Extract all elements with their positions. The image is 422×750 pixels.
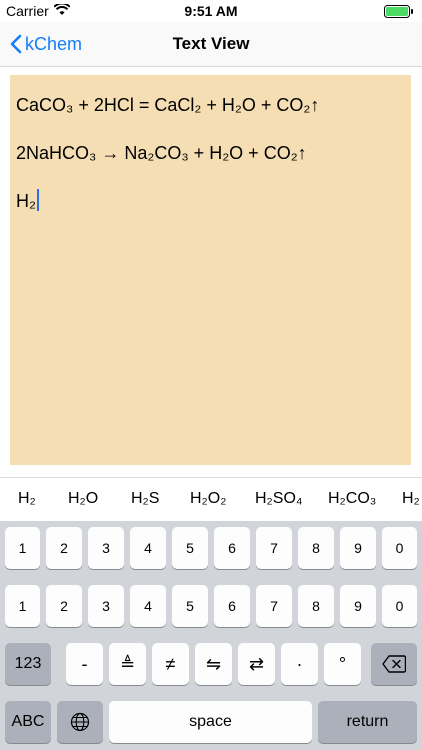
key-3[interactable]: 3 <box>88 527 124 569</box>
chemistry-text-view[interactable]: CaCO₃ + 2HCl = CaCl₂ + H₂O + CO₂↑ 2NaHCO… <box>10 75 411 465</box>
key-triangle-equal[interactable]: ≜ <box>109 643 146 685</box>
space-key[interactable]: space <box>109 701 312 743</box>
key-0[interactable]: 0 <box>382 585 417 627</box>
delete-key[interactable] <box>371 643 417 685</box>
text-line: 2NaHCO₃ → Na₂CO₃ + H₂O + CO₂↑ <box>16 143 307 163</box>
suggestion-item[interactable]: H₂ <box>18 490 36 508</box>
backspace-icon <box>382 655 406 673</box>
text-line-current-text: H₂ <box>16 191 36 211</box>
key-3[interactable]: 3 <box>88 585 124 627</box>
text-line: CaCO₃ + 2HCl = CaCl₂ + H₂O + CO₂↑ <box>16 95 320 115</box>
key-4[interactable]: 4 <box>130 585 166 627</box>
key-degree[interactable]: ° <box>324 643 361 685</box>
page-title: Text View <box>172 34 250 53</box>
key-1[interactable]: 1 <box>5 585 40 627</box>
key-6[interactable]: 6 <box>214 527 250 569</box>
return-key[interactable]: return <box>318 701 417 743</box>
globe-icon <box>70 712 90 732</box>
suggestion-item[interactable]: H₂CO₃ <box>328 490 376 508</box>
suggestion-item[interactable]: H₂SO₄ <box>255 490 302 508</box>
key-6[interactable]: 6 <box>214 585 250 627</box>
key-9[interactable]: 9 <box>340 585 376 627</box>
key-equilibrium[interactable]: ⇋ <box>195 643 232 685</box>
key-9[interactable]: 9 <box>340 527 376 569</box>
suggestion-item[interactable]: H₂O₂ <box>190 490 226 508</box>
key-7[interactable]: 7 <box>256 585 292 627</box>
status-time: 9:51 AM <box>184 3 238 19</box>
battery-icon <box>384 5 414 18</box>
key-8[interactable]: 8 <box>298 585 334 627</box>
keyboard: 1 2 3 4 5 6 7 8 9 0 1 2 3 4 5 6 7 8 9 0 … <box>0 521 422 750</box>
numbers-mode-key[interactable]: 123 <box>5 643 51 685</box>
abc-mode-key[interactable]: ABC <box>5 701 51 743</box>
status-bar: Carrier 9:51 AM <box>0 0 422 22</box>
key-2[interactable]: 2 <box>46 527 82 569</box>
suggestion-item[interactable]: H₂S <box>131 490 159 508</box>
key-5[interactable]: 5 <box>172 585 208 627</box>
key-reversible[interactable]: ⇄ <box>238 643 275 685</box>
key-middle-dot[interactable]: · <box>281 643 318 685</box>
text-cursor <box>37 189 39 211</box>
suggestion-bar: H₂ H₂O H₂S H₂O₂ H₂SO₄ H₂CO₃ H₂ <box>0 477 422 522</box>
key-0[interactable]: 0 <box>382 527 417 569</box>
key-2[interactable]: 2 <box>46 585 82 627</box>
key-1[interactable]: 1 <box>5 527 40 569</box>
navigation-bar: kChem Text View <box>0 22 422 67</box>
key-minus[interactable]: - <box>66 643 103 685</box>
text-line-current: H₂ <box>16 189 39 213</box>
suggestion-item[interactable]: H₂O <box>68 490 98 508</box>
key-7[interactable]: 7 <box>256 527 292 569</box>
key-5[interactable]: 5 <box>172 527 208 569</box>
suggestion-item[interactable]: H₂ <box>402 490 420 508</box>
globe-key[interactable] <box>57 701 103 743</box>
key-not-equal[interactable]: ≠ <box>152 643 189 685</box>
key-4[interactable]: 4 <box>130 527 166 569</box>
content-area: CaCO₃ + 2HCl = CaCl₂ + H₂O + CO₂↑ 2NaHCO… <box>0 67 422 476</box>
key-8[interactable]: 8 <box>298 527 334 569</box>
